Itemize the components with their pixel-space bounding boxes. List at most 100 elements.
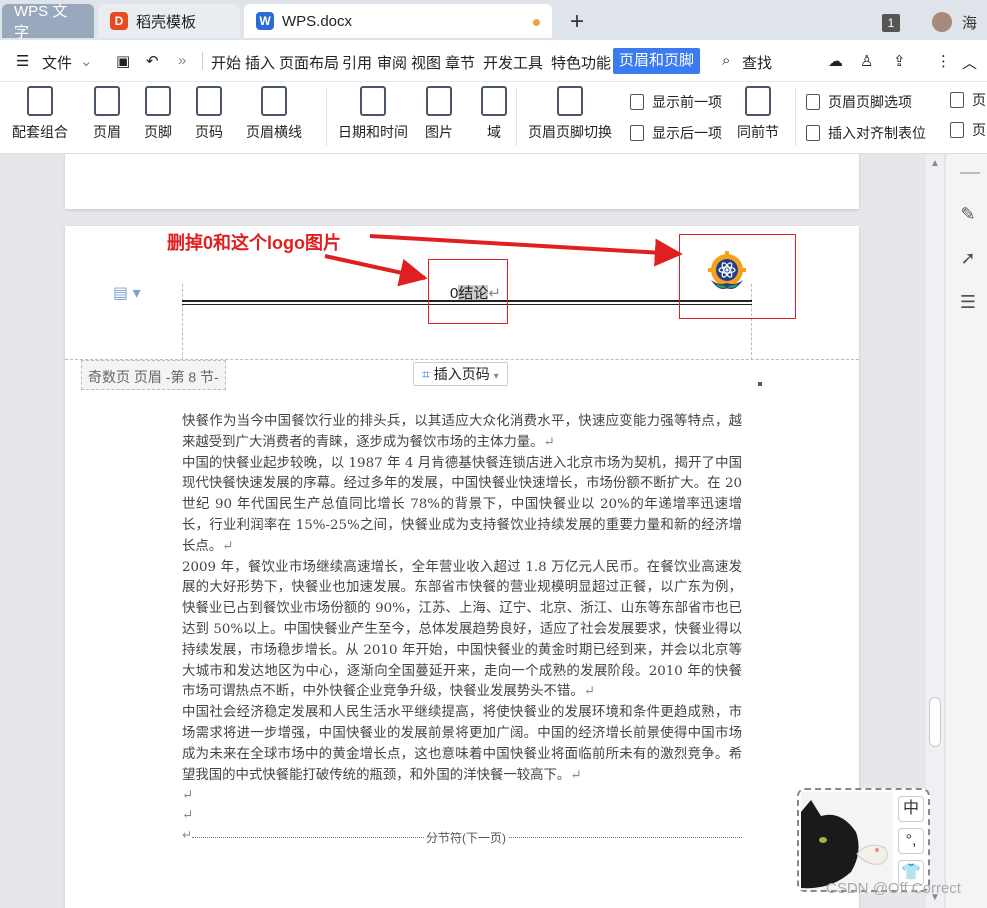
dropdown-arrow-icon: ▾ xyxy=(493,371,499,382)
empty-paragraph[interactable]: ↵ xyxy=(182,806,742,826)
same-as-previous-button[interactable]: 同前节 xyxy=(737,86,779,142)
show-previous-button[interactable]: 显示前一项 xyxy=(630,92,722,112)
menu-view[interactable]: 视图 xyxy=(411,52,441,73)
avatar[interactable] xyxy=(932,12,952,32)
previous-page-bottom xyxy=(65,154,859,209)
layout-options-icon[interactable]: ▤ ▾ xyxy=(113,283,141,303)
tab-document[interactable]: W WPS.docx xyxy=(244,4,552,38)
menu-dev-tools[interactable]: 开发工具 xyxy=(483,52,543,73)
paragraph[interactable]: 2009 年，餐饮业市场继续高速增长，全年营业收入超过 1.8 万亿元人民币。在… xyxy=(182,558,742,704)
ime-punct-button[interactable]: °, xyxy=(898,828,924,854)
document-page[interactable]: ▤ ▾ 0结论↵ 结论 奇数页 页眉 -第 8 节- xyxy=(65,226,859,908)
menu-references[interactable]: 引用 xyxy=(342,52,372,73)
share-icon[interactable]: ⇪ xyxy=(893,52,906,70)
ribbon-more-button[interactable]: 页 xyxy=(950,90,986,110)
menu-section[interactable]: 章节 xyxy=(445,52,475,73)
footer-button[interactable]: 页脚 xyxy=(144,86,172,142)
ribbon-label: 配套组合 xyxy=(12,124,68,140)
window-count-badge[interactable]: 1 xyxy=(882,14,900,32)
menu-bar: ☰ 文件 ⌄ ▣ ↶ » 开始 插入 页面布局 引用 审阅 视图 章节 开发工具… xyxy=(0,40,987,82)
header-line-button[interactable]: 页眉横线 xyxy=(246,86,302,142)
ime-lang-button[interactable]: 中 xyxy=(898,796,924,822)
cloud-sync-icon[interactable]: ☁ xyxy=(828,52,843,70)
more-arrows-icon[interactable]: » xyxy=(178,52,186,69)
ribbon-label: 页眉横线 xyxy=(246,124,302,140)
cat-illustration-icon xyxy=(801,800,888,889)
ribbon-label: 页码 xyxy=(195,124,223,140)
link-previous-icon xyxy=(745,86,771,116)
field-button[interactable]: 域 xyxy=(481,86,507,142)
ribbon-toolbar: 配套组合 页眉 页脚 页码 页眉横线 日期和时间 图片 域 页眉页脚切换 显示前… xyxy=(0,82,987,154)
word-doc-icon: W xyxy=(256,12,274,30)
menu-search[interactable]: 查找 xyxy=(742,52,772,73)
menu-page-layout[interactable]: 页面布局 xyxy=(279,52,339,73)
menu-review[interactable]: 审阅 xyxy=(377,52,407,73)
settings-sliders-icon[interactable]: ☰ xyxy=(958,292,978,312)
page-icon xyxy=(950,92,964,108)
menu-insert[interactable]: 插入 xyxy=(245,52,275,73)
paragraph-text: 中国的快餐业起步较晚，以 1987 年 4 月肯德基快餐连锁店进入北京市场为契机… xyxy=(182,455,742,554)
page-number-button[interactable]: 页码 xyxy=(195,86,223,142)
sidebar-grip xyxy=(960,172,980,174)
highlight-box-zero xyxy=(428,259,508,324)
tab-bar: WPS 文字 D 稻壳模板 W WPS.docx + 1 海 xyxy=(0,0,987,41)
insert-align-tab-button[interactable]: 插入对齐制表位 xyxy=(806,123,926,143)
search-icon[interactable]: ⌕ xyxy=(722,52,730,69)
date-time-button[interactable]: 日期和时间 xyxy=(338,86,408,142)
header-button[interactable]: 页眉 xyxy=(93,86,121,142)
show-next-button[interactable]: 显示后一项 xyxy=(630,123,722,143)
ribbon-label: 页脚 xyxy=(144,124,172,140)
save-icon[interactable]: ▣ xyxy=(116,52,130,70)
hamburger-icon[interactable]: ☰ xyxy=(16,52,29,70)
page-number-icon: ⌗ xyxy=(422,366,430,382)
chevron-down-icon[interactable]: ⌄ xyxy=(80,52,93,70)
footer-icon xyxy=(145,86,171,116)
more-options-icon[interactable]: ⋮ xyxy=(936,52,951,70)
ribbon-more-button-2[interactable]: 页 xyxy=(950,120,986,140)
scrollbar-thumb[interactable] xyxy=(929,697,941,747)
scroll-up-icon[interactable]: ▲ xyxy=(930,158,940,169)
collapse-ribbon-icon[interactable]: ︿ xyxy=(962,52,977,73)
menu-header-footer[interactable]: 页眉和页脚 xyxy=(613,48,701,74)
pen-icon[interactable]: ✎ xyxy=(958,204,978,224)
picture-button[interactable]: 图片 xyxy=(425,86,453,142)
ribbon-label: 显示前一项 xyxy=(652,94,722,110)
page-icon xyxy=(950,122,964,138)
add-user-icon[interactable]: ♙ xyxy=(860,52,873,70)
combo-icon xyxy=(27,86,53,116)
header-footer-options-button[interactable]: 页眉页脚选项 xyxy=(806,92,912,112)
daoke-icon: D xyxy=(110,12,128,30)
ribbon-label: 页眉 xyxy=(93,124,121,140)
calendar-icon xyxy=(360,86,386,116)
para-mark: ↵ xyxy=(222,538,234,554)
paragraph-text: 2009 年，餐饮业市场继续高速增长，全年营业收入超过 1.8 万亿元人民币。在… xyxy=(182,559,742,700)
ime-toolbar[interactable]: 中 °, 👕 xyxy=(797,788,930,892)
menu-file[interactable]: 文件 xyxy=(42,52,72,73)
cursor-select-icon[interactable]: ➚ xyxy=(958,248,978,268)
user-name[interactable]: 海 xyxy=(962,12,977,33)
menu-features[interactable]: 特色功能 xyxy=(551,52,611,73)
paragraph[interactable]: 中国的快餐业起步较晚，以 1987 年 4 月肯德基快餐连锁店进入北京市场为契机… xyxy=(182,454,742,558)
peitao-button[interactable]: 配套组合 xyxy=(12,86,68,142)
divider xyxy=(202,52,203,70)
tab-label: 稻壳模板 xyxy=(136,13,197,31)
prev-page-icon xyxy=(630,94,644,110)
header-footer-switch-button[interactable]: 页眉页脚切换 xyxy=(528,86,612,142)
tab-daoke-templates[interactable]: D 稻壳模板 xyxy=(98,4,240,38)
tab-wps-writer[interactable]: WPS 文字 xyxy=(2,3,94,41)
align-tab-icon xyxy=(806,125,820,141)
menu-home[interactable]: 开始 xyxy=(211,52,241,73)
insert-page-number-button[interactable]: ⌗ 插入页码 ▾ xyxy=(413,362,508,386)
paragraph[interactable]: 中国社会经济稳定发展和人民生活水平继续提高，将使快餐业的发展环境和条件更趋成熟，… xyxy=(182,703,742,786)
para-mark: ↵ xyxy=(543,434,555,450)
options-icon xyxy=(806,94,820,110)
paragraph[interactable]: 快餐作为当今中国餐饮行业的排头兵，以其适应大众化消费水平，快速应变能力强等特点，… xyxy=(182,412,742,454)
body-text[interactable]: 快餐作为当今中国餐饮行业的排头兵，以其适应大众化消费水平，快速应变能力强等特点，… xyxy=(182,412,742,826)
header-section-label: 奇数页 页眉 -第 8 节- xyxy=(81,360,226,390)
empty-paragraph[interactable]: ↵ xyxy=(182,786,742,806)
section-break[interactable]: ↵ 分节符(下一页) xyxy=(182,828,742,846)
new-tab-button[interactable]: + xyxy=(570,8,584,36)
undo-icon[interactable]: ↶ xyxy=(146,52,159,70)
ribbon-label: 页 xyxy=(972,122,986,138)
para-mark: ↵ xyxy=(182,828,193,842)
